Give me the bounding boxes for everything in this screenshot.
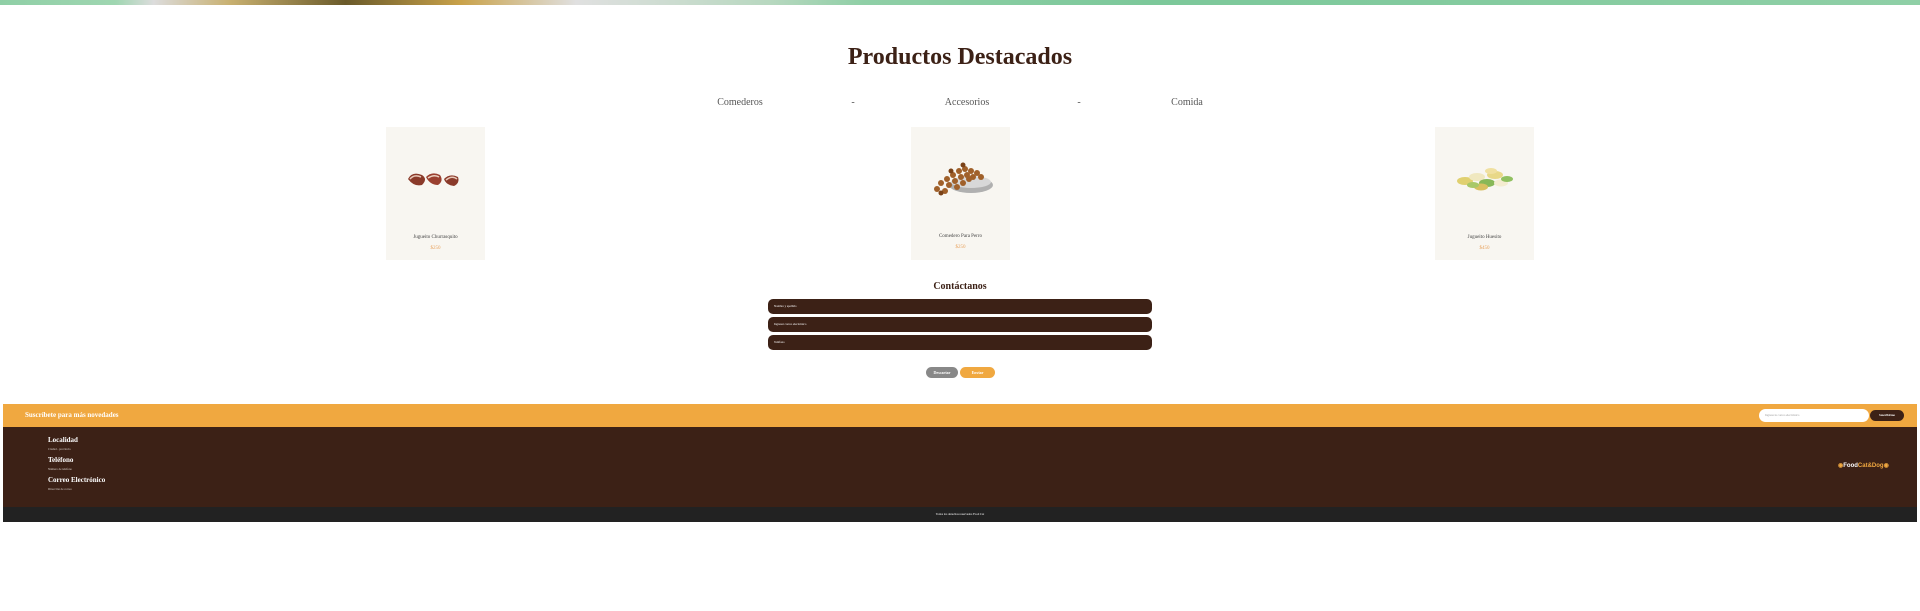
footer: Localidad Ciudad - provincia Teléfono Nú… <box>3 427 1917 507</box>
product-name: Jugueito Huesito <box>1467 235 1502 240</box>
footer-phone-detail: Número de teléfono <box>48 467 72 471</box>
category-separator: - <box>851 97 855 108</box>
footer-location-detail: Ciudad - provincia <box>48 447 71 451</box>
subscribe-bar: Suscríbete para más novedades Ingresa tu… <box>3 404 1917 427</box>
footer-email-heading: Correo Electrónico <box>48 476 106 484</box>
phone-field[interactable]: Teléfono <box>768 335 1152 350</box>
product-card[interactable]: Jugueito Churrasquito $250 <box>386 127 485 260</box>
footer-location-heading: Localidad <box>48 436 78 444</box>
copyright-text: Todos los derechos reservados Food Cat <box>935 512 985 516</box>
featured-title: Productos Destacados <box>847 44 1073 70</box>
brand-name-part1: Food <box>1843 463 1858 469</box>
category-nav: Comederos - Accesorios - Comida <box>0 97 1920 113</box>
product-name: Jugueito Churrasquito <box>413 235 458 240</box>
subscribe-title: Suscríbete para más novedades <box>25 411 119 419</box>
copyright-bar: Todos los derechos reservados Food Cat <box>3 507 1917 522</box>
submit-button[interactable]: Enviar <box>960 367 995 378</box>
product-price: $250 <box>955 245 966 250</box>
product-price: $250 <box>430 246 441 251</box>
brand-logo[interactable]: ◉FoodCat&Dog◉ <box>1838 462 1889 469</box>
category-separator: - <box>1077 97 1081 108</box>
category-accesorios[interactable]: Accesorios <box>945 97 989 108</box>
product-name: Comedero Para Perro <box>938 234 983 239</box>
email-field[interactable]: Ingresar correo electrónico <box>768 317 1152 332</box>
product-card[interactable]: Jugueito Huesito $450 <box>1435 127 1534 260</box>
bone-treats-icon <box>1457 168 1513 191</box>
category-comederos[interactable]: Comederos <box>717 97 763 108</box>
steak-treat-icon <box>408 173 459 186</box>
footer-phone-heading: Teléfono <box>48 456 74 464</box>
paw-icon: ◉ <box>1883 463 1889 469</box>
product-card[interactable]: Comedero Para Perro $250 <box>911 127 1010 260</box>
hero-image-strip <box>0 0 1920 5</box>
category-comida[interactable]: Comida <box>1171 97 1203 108</box>
footer-email-detail: Dirección de correo <box>48 487 72 491</box>
name-field[interactable]: Nombre y apellido <box>768 299 1152 314</box>
subscribe-button[interactable]: Suscribirme <box>1870 410 1904 421</box>
kibble-bowl-icon <box>934 162 993 196</box>
product-price: $450 <box>1479 246 1490 251</box>
reset-button[interactable]: Descartar <box>926 367 958 378</box>
subscribe-email-input[interactable]: Ingresa tu correo electrónico <box>1759 409 1869 422</box>
brand-name-part2: Cat&Dog <box>1857 463 1884 469</box>
contact-title: Contáctanos <box>933 281 987 292</box>
